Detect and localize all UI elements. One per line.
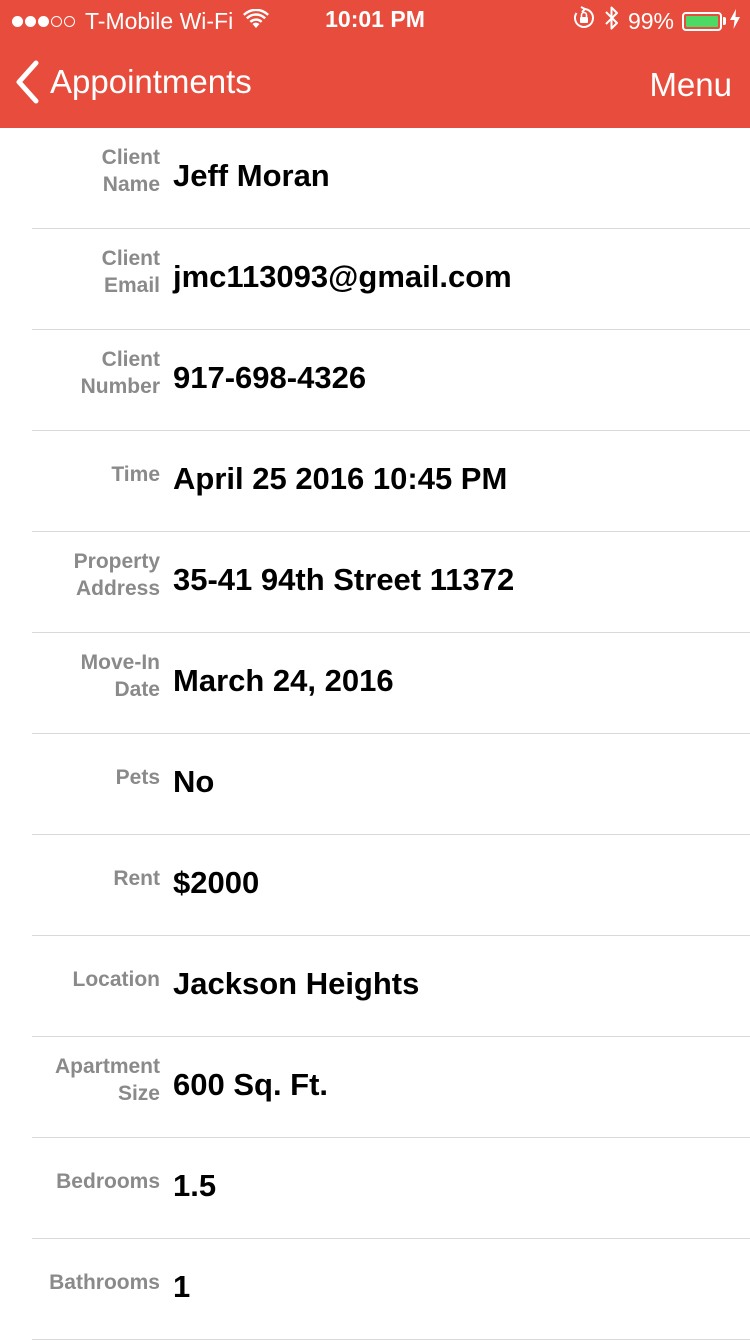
status-bar-left: T-Mobile Wi-Fi [12, 7, 270, 35]
bolt-icon [730, 8, 740, 35]
detail-row: Property Address 35-41 94th Street 11372 [32, 532, 750, 633]
detail-row-label-line: Client [101, 146, 160, 169]
detail-row-label-line: Pets [115, 766, 160, 789]
carrier-name: T-Mobile Wi-Fi [85, 7, 234, 34]
detail-row-label: Client Email [10, 245, 160, 299]
signal-dot [12, 15, 23, 27]
detail-row-value: 1 [173, 1269, 191, 1304]
detail-row-label-line: Client [101, 348, 160, 371]
detail-row-label-line: Time [111, 463, 160, 486]
bluetooth-icon [604, 5, 620, 37]
detail-row-label-line: Rent [113, 867, 160, 890]
signal-dot [25, 15, 36, 27]
app-header: T-Mobile Wi-Fi 10:01 PM 99% Appointments… [0, 0, 750, 128]
detail-row-label: Rent [10, 865, 160, 892]
detail-row-value: 917-698-4326 [173, 360, 367, 395]
detail-row-label: Move-In Date [10, 649, 160, 703]
detail-row-label: Bedrooms [10, 1168, 160, 1195]
detail-row: Bathrooms 1 [32, 1239, 750, 1340]
signal-dot [51, 15, 62, 27]
detail-row-value: Jeff Moran [173, 158, 330, 193]
detail-row-label-line: Client [101, 247, 160, 270]
detail-row-label: Client Name [10, 144, 160, 198]
battery-level [686, 15, 718, 27]
signal-strength-icon [12, 15, 77, 27]
status-bar: T-Mobile Wi-Fi 10:01 PM 99% [0, 0, 750, 40]
detail-row: Bedrooms 1.5 [32, 1138, 750, 1239]
detail-row-value: March 24, 2016 [173, 663, 394, 698]
detail-row-value: April 25 2016 10:45 PM [173, 461, 508, 496]
detail-row: Client Name Jeff Moran [32, 128, 750, 229]
detail-row: Move-In Date March 24, 2016 [32, 633, 750, 734]
battery-percent: 99% [627, 7, 674, 34]
detail-row-label: Pets [10, 764, 160, 791]
navigation-bar: Appointments Menu [0, 40, 750, 128]
detail-row-value: Jackson Heights [173, 966, 420, 1001]
detail-row-label-line: Property [73, 550, 160, 573]
chevron-left-icon [14, 60, 40, 104]
detail-row-label-line: Email [103, 274, 160, 297]
detail-row-value: $2000 [173, 865, 260, 900]
menu-button[interactable]: Menu [649, 66, 732, 104]
detail-row-label-line: Bedrooms [56, 1170, 160, 1193]
detail-row-label-line: Bathrooms [49, 1271, 160, 1294]
detail-row: Rent $2000 [32, 835, 750, 936]
detail-row-label-line: Location [72, 968, 161, 991]
detail-row-label-line: Name [102, 173, 160, 196]
signal-dot [64, 15, 75, 27]
signal-dot [38, 15, 49, 27]
detail-row-value: No [173, 764, 215, 799]
detail-row-label-line: Number [80, 375, 160, 398]
appointment-details-list: Client Name Jeff Moran Client Email jmc113093… [0, 128, 750, 1340]
detail-row: Location Jackson Heights [32, 936, 750, 1037]
detail-row-label-line: Address [75, 577, 160, 600]
detail-row-label: Apartment Size [10, 1053, 160, 1107]
detail-row-value: 1.5 [173, 1168, 217, 1203]
detail-row-label: Time [10, 461, 160, 488]
detail-row-label-line: Move-In [80, 651, 160, 674]
wifi-icon [243, 8, 270, 35]
detail-row-value: jmc113093@gmail.com [173, 259, 512, 294]
detail-row-value: 600 Sq. Ft. [173, 1067, 329, 1102]
detail-row-label: Property Address [10, 548, 160, 602]
rotation-lock-icon [572, 6, 596, 36]
detail-row: Client Email jmc113093@gmail.com [32, 229, 750, 330]
back-button[interactable]: Appointments [14, 60, 252, 104]
detail-row: Time April 25 2016 10:45 PM [32, 431, 750, 532]
status-bar-right: 99% [564, 5, 740, 37]
detail-row-label: Location [10, 966, 161, 993]
detail-row-label-line: Size [117, 1082, 160, 1105]
battery-cap [723, 17, 726, 25]
status-time: 10:01 PM [325, 6, 425, 32]
detail-row: Client Number 917-698-4326 [32, 330, 750, 431]
detail-row-value: 35-41 94th Street 11372 [173, 562, 515, 597]
detail-row-label: Client Number [10, 346, 160, 400]
back-button-label: Appointments [50, 63, 252, 100]
detail-row-label-line: Date [114, 678, 160, 701]
detail-row-label-line: Apartment [54, 1055, 160, 1078]
detail-row: Pets No [32, 734, 750, 835]
battery-icon [682, 11, 722, 31]
detail-row-label: Bathrooms [10, 1269, 160, 1296]
detail-row: Apartment Size 600 Sq. Ft. [32, 1037, 750, 1138]
